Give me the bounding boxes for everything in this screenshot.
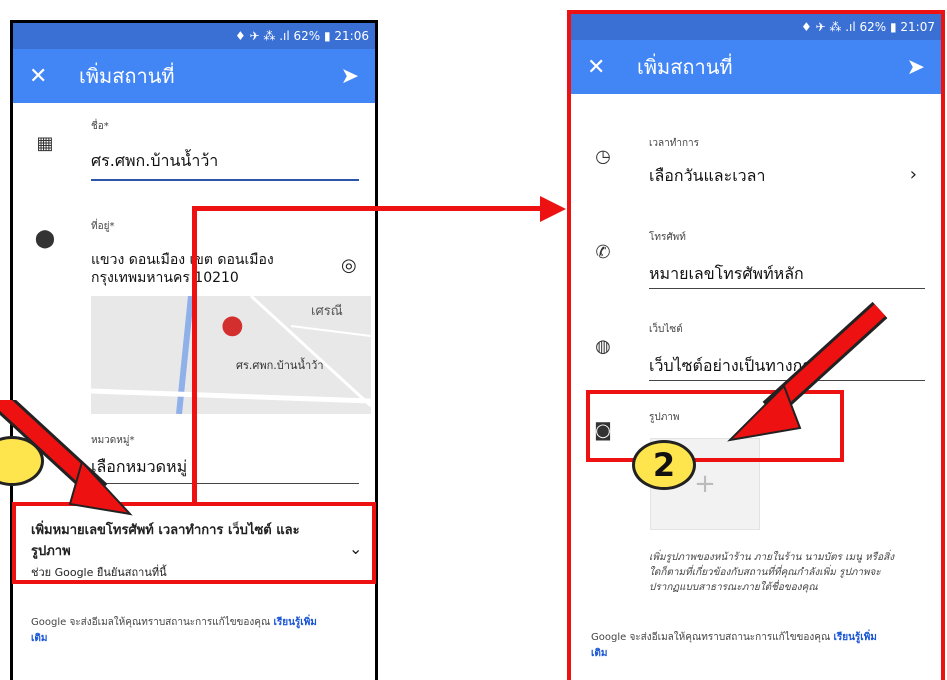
photo-description: เพิ่มรูปภาพของหน้าร้าน ภายในร้าน นามบัตร… — [649, 550, 929, 595]
chevron-right-icon[interactable]: › — [910, 164, 917, 185]
map-preview[interactable]: เศรณี ● ศร.ศพก.บ้านน้ำว้า — [91, 296, 371, 414]
globe-icon: ◍ — [595, 336, 611, 357]
learn-more-link[interactable]: เรียนรู้เพิ่ม — [273, 617, 316, 628]
map-area-label: เศรณี — [311, 304, 343, 319]
connector-arrowhead — [540, 196, 566, 222]
address-line-2[interactable]: กรุงเทพมหานคร 10210 — [91, 267, 239, 289]
phone-icon: ✆ — [595, 242, 611, 263]
footer-text: Google จะส่งอีเมลให้คุณทราบสถานะการแก้ไข… — [591, 632, 831, 643]
status-bar: ♦ ✈ ⁂ .ıl 62% ▮ 21:07 — [571, 14, 941, 40]
map-marker-icon: ● — [221, 310, 244, 340]
learn-more-link-cont[interactable]: เติม — [31, 633, 48, 644]
page-title: เพิ่มสถานที่ — [637, 55, 733, 79]
close-icon[interactable]: ✕ — [587, 55, 627, 80]
address-label: ที่อยู่* — [91, 221, 115, 232]
app-bar: ✕ เพิ่มสถานที่ ➤ — [13, 49, 375, 103]
my-location-icon[interactable]: ◎ — [341, 255, 357, 276]
footer-text: Google จะส่งอีเมลให้คุณทราบสถานะการแก้ไข… — [31, 617, 271, 628]
hours-label: เวลาทำการ — [649, 138, 700, 149]
name-input-underline — [91, 179, 359, 181]
name-input[interactable]: ศร.ศพก.บ้านน้ำว้า — [91, 149, 218, 174]
store-icon: ▦ — [36, 133, 54, 154]
send-icon[interactable]: ➤ — [341, 64, 359, 89]
connector-line-vertical — [192, 206, 197, 506]
clock-icon: ◷ — [595, 146, 611, 167]
footer-note: Google จะส่งอีเมลให้คุณทราบสถานะการแก้ไข… — [591, 630, 931, 662]
page-title: เพิ่มสถานที่ — [79, 64, 175, 88]
phone-input[interactable]: หมายเลขโทรศัพท์หลัก — [649, 262, 804, 287]
photo-desc-line-3: ปรากฏแบบสาธารณะภายใต้ชื่อของคุณ — [649, 582, 818, 593]
plus-icon: + — [694, 469, 716, 499]
learn-more-link[interactable]: เรียนรู้เพิ่ม — [833, 632, 876, 643]
step-badge-2: 2 — [632, 440, 696, 490]
location-pin-icon: ⬤ — [34, 228, 56, 249]
photo-desc-line-2: ใดก็ตามที่เกี่ยวข้องกับสถานที่ที่คุณกำลั… — [649, 567, 881, 578]
footer-note: Google จะส่งอีเมลให้คุณทราบสถานะการแก้ไข… — [31, 615, 371, 647]
website-label: เว็บไซต์ — [649, 324, 683, 335]
hours-input[interactable]: เลือกวันและเวลา — [649, 164, 765, 189]
app-bar: ✕ เพิ่มสถานที่ ➤ — [571, 40, 941, 94]
status-bar: ♦ ✈ ⁂ .ıl 62% ▮ 21:06 — [13, 23, 375, 49]
close-icon[interactable]: ✕ — [29, 64, 69, 89]
name-label: ชื่อ* — [91, 121, 109, 132]
send-icon[interactable]: ➤ — [907, 55, 925, 80]
pointer-arrow-2 — [727, 301, 888, 442]
photo-desc-line-1: เพิ่มรูปภาพของหน้าร้าน ภายในร้าน นามบัตร… — [649, 552, 895, 563]
map-pin-label: ศร.ศพก.บ้านน้ำว้า — [236, 359, 324, 372]
connector-line-horizontal — [192, 206, 542, 211]
phone-label: โทรศัพท์ — [649, 232, 686, 243]
phone-underline — [649, 288, 925, 289]
learn-more-link-cont[interactable]: เติม — [591, 648, 608, 659]
